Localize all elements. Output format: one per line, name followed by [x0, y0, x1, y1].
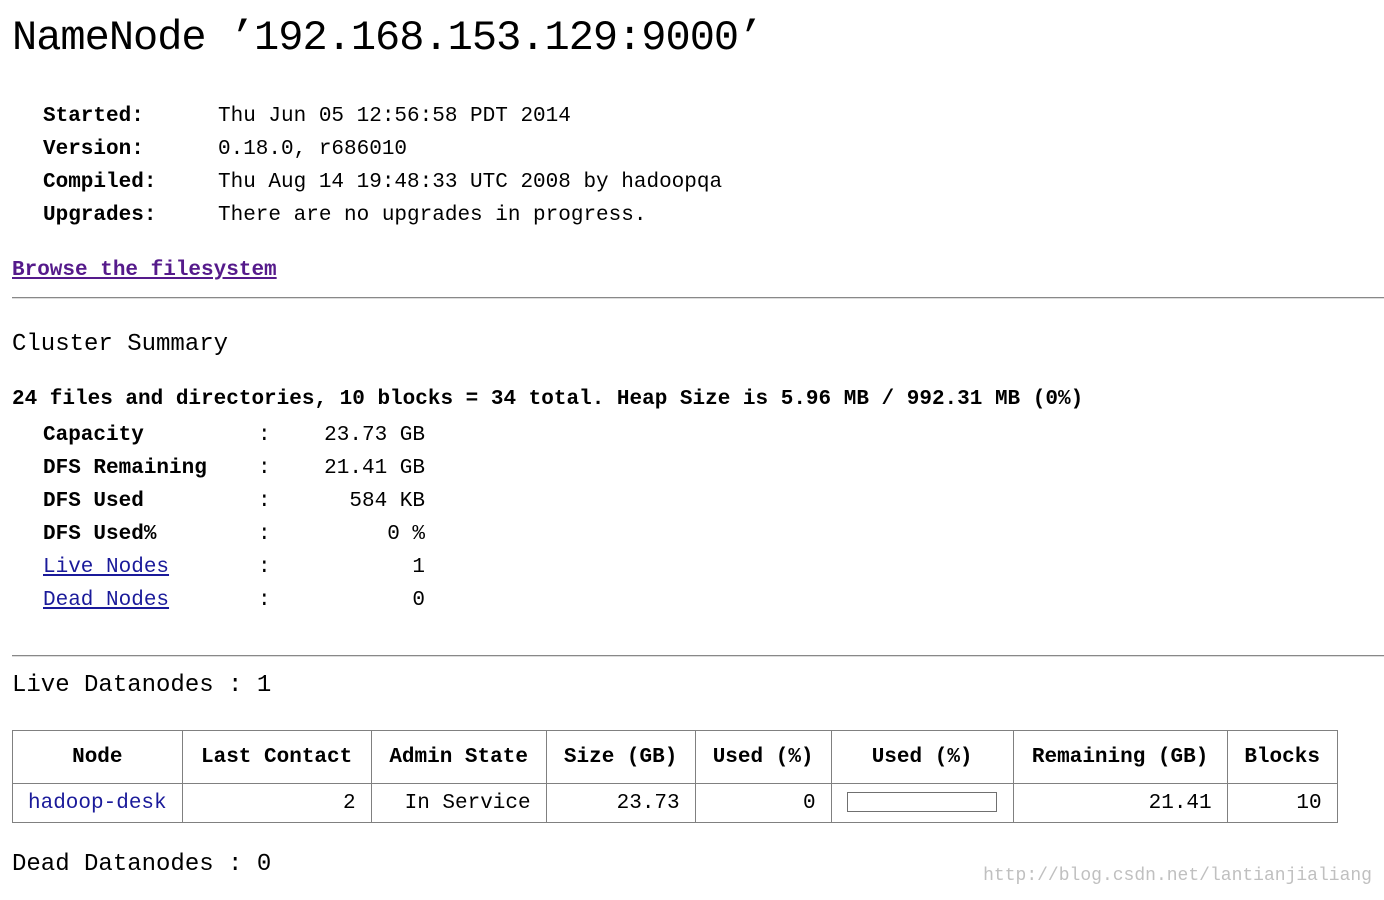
stat-value: 0 % — [387, 523, 425, 546]
used-bar-cell — [830, 783, 1014, 823]
dead-datanodes-heading: Dead Datanodes : 0 — [12, 851, 272, 878]
info-value: There are no upgrades in progress. — [218, 204, 647, 227]
info-value: 0.18.0, r686010 — [218, 138, 408, 161]
stat-row-capacity: Capacity : 23.73 GB — [43, 419, 425, 452]
stat-separator: : — [258, 523, 271, 546]
stat-separator: : — [258, 490, 271, 513]
stat-label: DFS Used — [43, 490, 144, 513]
browse-link-container: Browse the filesystem — [12, 259, 277, 282]
usage-bar — [847, 791, 998, 812]
column-header-blocks: Blocks — [1226, 730, 1338, 784]
last-contact-cell: 2 — [181, 783, 372, 823]
column-header-last-contact: Last Contact — [181, 730, 372, 784]
stat-row-dfs-remaining: DFS Remaining : 21.41 GB — [43, 452, 425, 485]
stat-value: 584 KB — [349, 490, 425, 513]
divider — [12, 655, 1384, 657]
stat-label-cell: Dead Nodes — [43, 584, 258, 617]
info-label: Upgrades: — [43, 204, 157, 227]
watermark: http://blog.csdn.net/lantianjialiang — [983, 866, 1372, 886]
stat-row-dfs-used: DFS Used : 584 KB — [43, 485, 425, 518]
live-datanodes-table: Node Last Contact Admin State Size (GB) … — [12, 730, 1338, 823]
info-row-version: Version: 0.18.0, r686010 — [43, 133, 722, 166]
stat-value: 0 — [412, 589, 425, 612]
info-label: Compiled: — [43, 171, 157, 194]
column-header-used-bar: Used (%) — [830, 730, 1014, 784]
page-title: NameNode ’192.168.153.129:9000’ — [12, 14, 763, 62]
info-row-upgrades: Upgrades: There are no upgrades in progr… — [43, 199, 722, 232]
info-label: Started: — [43, 105, 144, 128]
stat-label: DFS Remaining — [43, 457, 207, 480]
stat-label: DFS Used% — [43, 523, 157, 546]
stat-value: 1 — [412, 556, 425, 579]
table-row: hadoop-desk 2 In Service 23.73 0 21.41 1… — [12, 783, 1338, 823]
blocks-cell: 10 — [1226, 783, 1338, 823]
stat-label: Capacity — [43, 424, 144, 447]
info-label: Version: — [43, 138, 144, 161]
info-value: Thu Aug 14 19:48:33 UTC 2008 by hadoopqa — [218, 171, 723, 194]
live-nodes-link[interactable]: Live Nodes — [43, 556, 169, 579]
table-header-row: Node Last Contact Admin State Size (GB) … — [12, 730, 1338, 784]
column-header-admin-state: Admin State — [370, 730, 547, 784]
column-header-size: Size (GB) — [545, 730, 696, 784]
column-header-remaining: Remaining (GB) — [1012, 730, 1228, 784]
node-cell: hadoop-desk — [12, 783, 183, 823]
stat-label-cell: Live Nodes — [43, 551, 258, 584]
used-percent-cell: 0 — [694, 783, 832, 823]
info-value: Thu Jun 05 12:56:58 PDT 2014 — [218, 105, 571, 128]
column-header-node: Node — [12, 730, 183, 784]
remaining-cell: 21.41 — [1012, 783, 1228, 823]
stat-row-dfs-used-percent: DFS Used% : 0 % — [43, 518, 425, 551]
stat-separator: : — [258, 589, 271, 612]
stat-value: 21.41 GB — [324, 457, 425, 480]
browse-filesystem-link[interactable]: Browse the filesystem — [12, 259, 277, 282]
stat-row-live-nodes: Live Nodes : 1 — [43, 551, 425, 584]
admin-state-cell: In Service — [370, 783, 547, 823]
cluster-summary-line: 24 files and directories, 10 blocks = 34… — [12, 388, 1084, 411]
live-datanodes-heading: Live Datanodes : 1 — [12, 672, 272, 699]
dead-nodes-link[interactable]: Dead Nodes — [43, 589, 169, 612]
stat-separator: : — [258, 556, 271, 579]
stat-separator: : — [258, 457, 271, 480]
info-row-compiled: Compiled: Thu Aug 14 19:48:33 UTC 2008 b… — [43, 166, 722, 199]
column-header-used-percent: Used (%) — [694, 730, 832, 784]
datanode-link[interactable]: hadoop-desk — [28, 792, 167, 815]
stat-value: 23.73 GB — [324, 424, 425, 447]
info-row-started: Started: Thu Jun 05 12:56:58 PDT 2014 — [43, 100, 722, 133]
size-cell: 23.73 — [545, 783, 696, 823]
cluster-summary-heading: Cluster Summary — [12, 331, 229, 358]
stat-separator: : — [258, 424, 271, 447]
stat-row-dead-nodes: Dead Nodes : 0 — [43, 584, 425, 617]
divider — [12, 297, 1384, 299]
cluster-stats-table: Capacity : 23.73 GB DFS Remaining : 21.4… — [43, 419, 425, 617]
namenode-info-table: Started: Thu Jun 05 12:56:58 PDT 2014 Ve… — [43, 100, 722, 232]
